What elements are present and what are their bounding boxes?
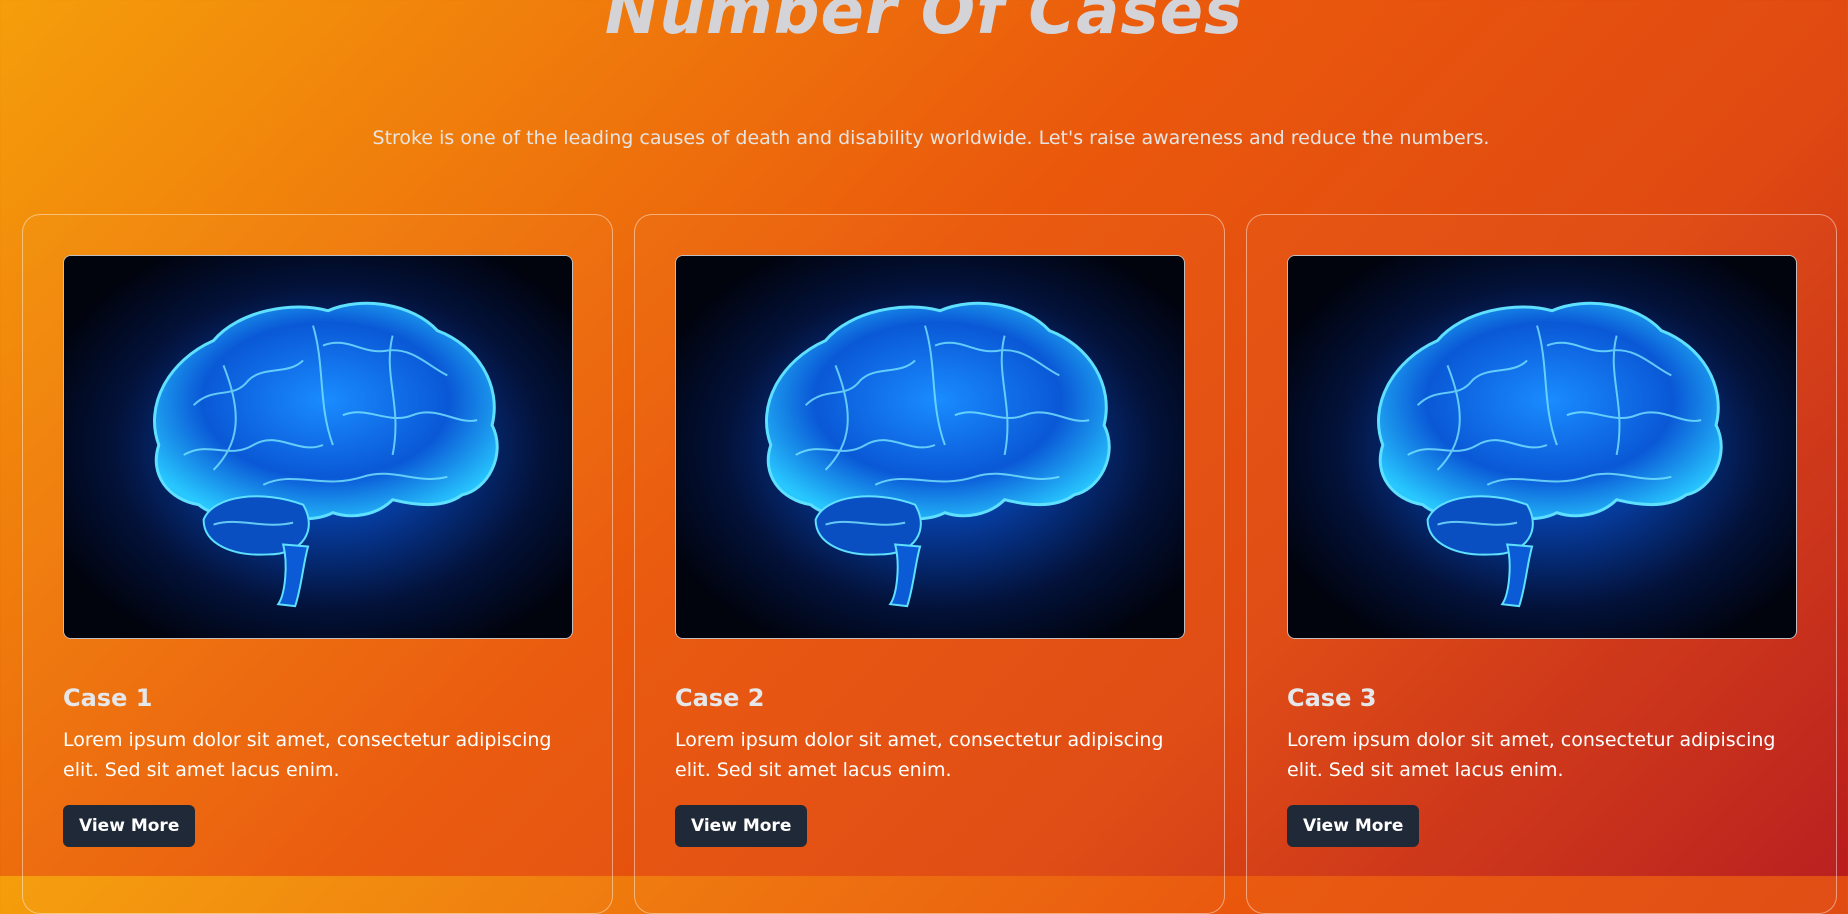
view-more-button[interactable]: View More: [675, 804, 808, 847]
brain-image: [1287, 255, 1797, 639]
case-description: Lorem ipsum dolor sit amet, consectetur …: [675, 728, 1164, 781]
case-card: Case 3 Lorem ipsum dolor sit amet, conse…: [1246, 214, 1837, 914]
brain-icon: [1288, 256, 1796, 638]
case-description: Lorem ipsum dolor sit amet, consectetur …: [63, 728, 552, 781]
case-card: Case 2 Lorem ipsum dolor sit amet, conse…: [634, 214, 1225, 914]
view-more-button[interactable]: View More: [63, 804, 196, 847]
brain-image: [63, 255, 573, 639]
page-subtitle: Stroke is one of the leading causes of d…: [372, 127, 1490, 149]
page-title: Number Of Cases: [604, 0, 1244, 49]
brain-icon: [64, 256, 572, 638]
case-title: Case 2: [675, 684, 765, 712]
brain-icon: [676, 256, 1184, 638]
case-title: Case 1: [63, 684, 153, 712]
cases-card-list: Case 1 Lorem ipsum dolor sit amet, conse…: [22, 214, 1842, 914]
brain-image: [675, 255, 1185, 639]
case-description: Lorem ipsum dolor sit amet, consectetur …: [1287, 728, 1776, 781]
case-card: Case 1 Lorem ipsum dolor sit amet, conse…: [22, 214, 613, 914]
case-title: Case 3: [1287, 684, 1377, 712]
view-more-button[interactable]: View More: [1287, 804, 1420, 847]
